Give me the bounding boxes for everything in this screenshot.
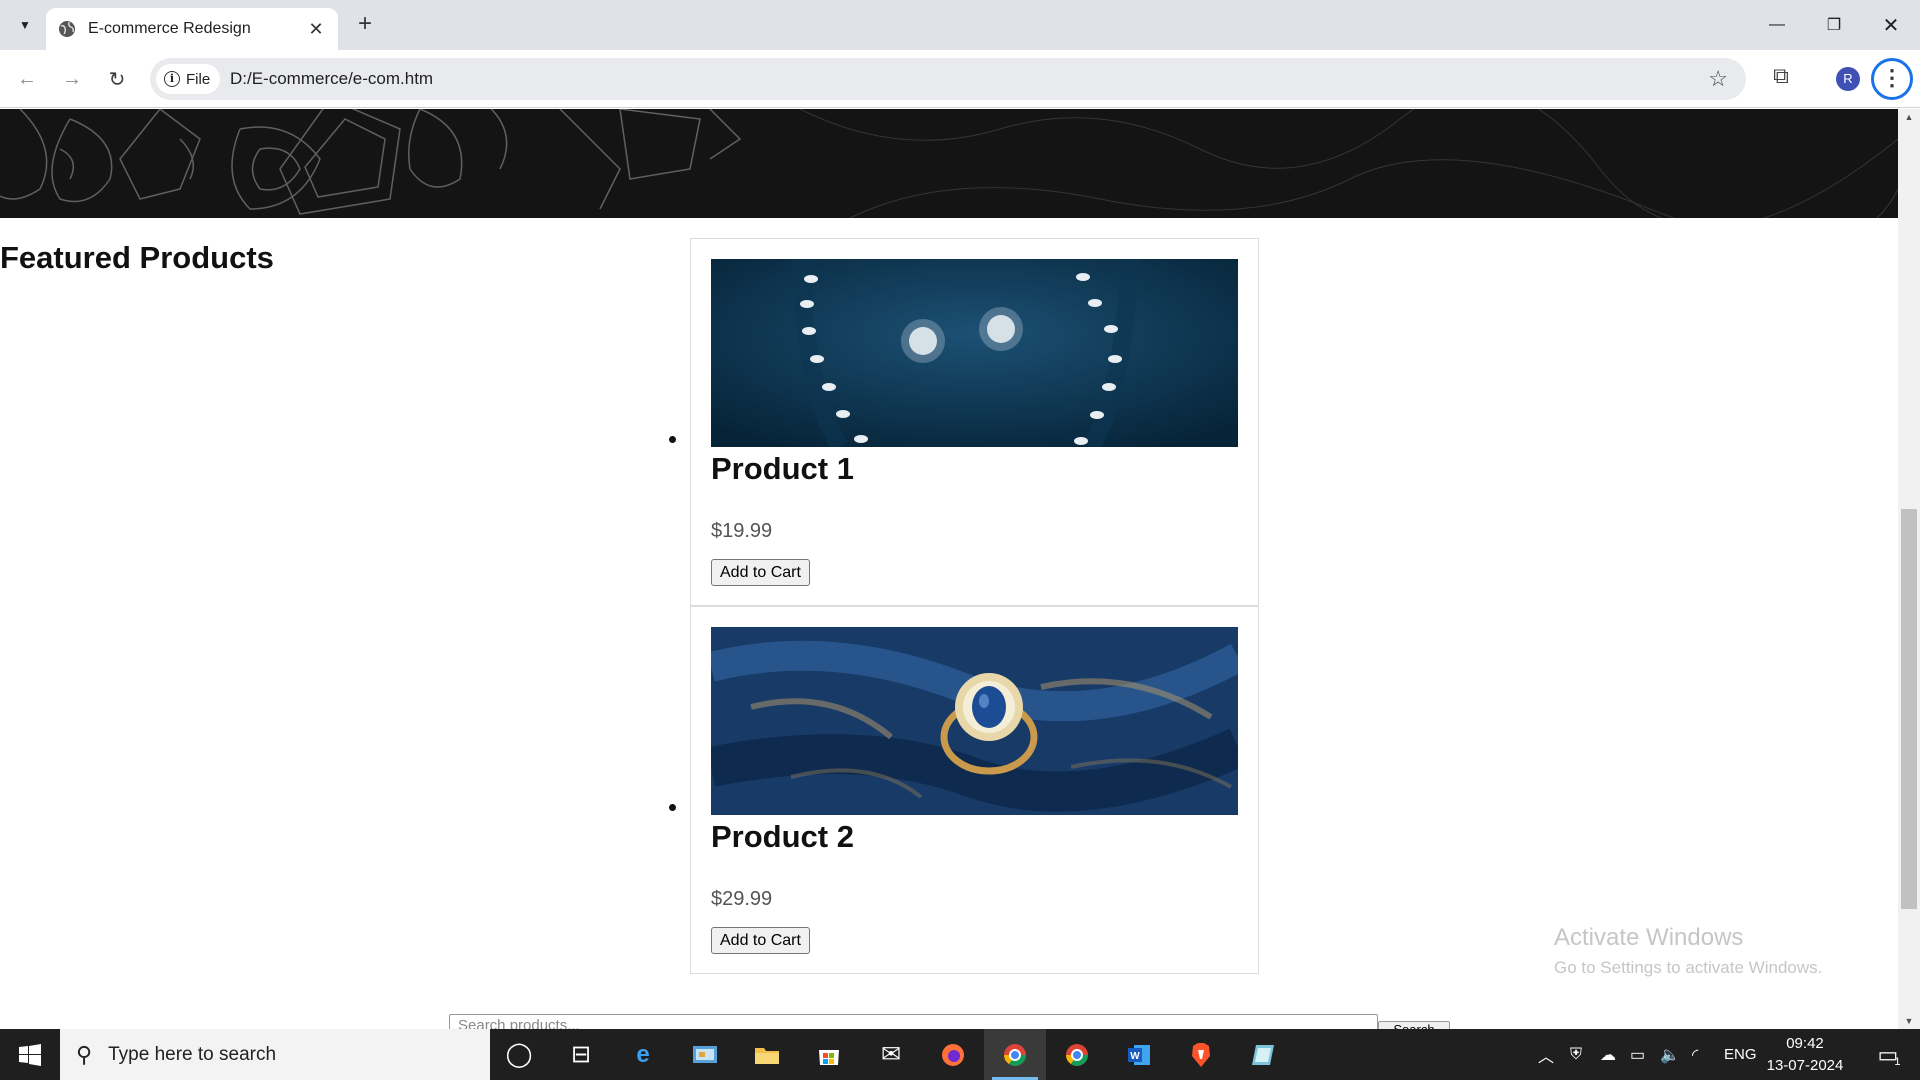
windows-logo-icon bbox=[19, 1043, 41, 1066]
url-text[interactable]: D:/E-commerce/e-com.htm bbox=[230, 69, 433, 89]
browser-toolbar: ← → ↻ i File D:/E-commerce/e-com.htm ☆ ⧉… bbox=[0, 50, 1920, 108]
scroll-down-arrow-icon[interactable]: ▼ bbox=[1898, 1013, 1920, 1029]
page-viewport: Featured Products Product 1 $19.99 Add t… bbox=[0, 109, 1898, 1029]
security-shield-icon[interactable]: ⛨ bbox=[1570, 1029, 1582, 1080]
minimize-button[interactable]: ― bbox=[1748, 0, 1806, 50]
reload-button[interactable]: ↻ bbox=[102, 64, 132, 94]
list-bullet bbox=[669, 804, 676, 811]
product-image[interactable] bbox=[711, 627, 1238, 815]
word-icon[interactable]: W bbox=[1108, 1029, 1170, 1080]
battery-icon[interactable]: ▭ bbox=[1630, 1029, 1645, 1080]
watermark-subtitle: Go to Settings to activate Windows. bbox=[1554, 958, 1823, 977]
store-icon[interactable] bbox=[798, 1029, 860, 1080]
clock-date: 13-07-2024 bbox=[1766, 1057, 1844, 1074]
control-panel-icon[interactable] bbox=[674, 1029, 736, 1080]
globe-icon bbox=[59, 21, 75, 37]
language-indicator[interactable]: ENG bbox=[1724, 1029, 1757, 1080]
notification-center-icon[interactable]: ▭ 1 bbox=[1864, 1029, 1914, 1080]
profile-avatar[interactable]: R bbox=[1836, 67, 1860, 91]
product-card: Product 1 $19.99 Add to Cart bbox=[669, 238, 1259, 606]
product-name[interactable]: Product 2 bbox=[711, 819, 854, 855]
search-icon: ⚲ bbox=[76, 1041, 93, 1067]
site-info-chip[interactable]: i File bbox=[156, 64, 221, 94]
search-button[interactable]: Search bbox=[1378, 1021, 1450, 1029]
scroll-thumb[interactable] bbox=[1901, 509, 1917, 909]
product-search-input[interactable]: Search products... bbox=[449, 1014, 1378, 1029]
restore-button[interactable]: ❐ bbox=[1805, 0, 1863, 50]
chrome-icon[interactable] bbox=[1046, 1029, 1108, 1080]
notification-count: 1 bbox=[1894, 1055, 1901, 1068]
add-to-cart-button[interactable]: Add to Cart bbox=[711, 559, 810, 586]
taskbar-search-box[interactable]: ⚲ Type here to search bbox=[60, 1029, 490, 1080]
product-image[interactable] bbox=[711, 259, 1238, 447]
windows-taskbar: ⚲ Type here to search ◯ ⊟ e ✉ W ︿ ⛨ ☁ ▭ … bbox=[0, 1029, 1920, 1080]
info-icon: i bbox=[164, 71, 180, 87]
new-tab-button[interactable]: + bbox=[350, 10, 380, 40]
watermark-title: Activate Windows bbox=[1554, 924, 1744, 951]
start-button[interactable] bbox=[0, 1029, 60, 1080]
taskbar-clock[interactable]: 09:42 13-07-2024 bbox=[1765, 1033, 1845, 1077]
tab-search-button[interactable]: ▼ bbox=[12, 12, 38, 38]
wifi-icon[interactable]: ◜ bbox=[1692, 1029, 1698, 1080]
product-price: $29.99 bbox=[711, 888, 773, 910]
section-title: Featured Products bbox=[0, 240, 274, 275]
volume-icon[interactable]: 🔈 bbox=[1660, 1029, 1680, 1080]
site-chip-label: File bbox=[186, 70, 211, 88]
onedrive-cloud-icon[interactable]: ☁ bbox=[1600, 1029, 1616, 1080]
svg-text:W: W bbox=[1130, 1051, 1140, 1062]
product-card: Product 2 $29.99 Add to Cart bbox=[669, 606, 1259, 974]
gem-sketch-pattern bbox=[0, 109, 1898, 218]
tab-title: E-commerce Redesign bbox=[88, 20, 251, 37]
notepad-icon[interactable] bbox=[1232, 1029, 1294, 1080]
product-price: $19.99 bbox=[711, 520, 773, 542]
page-scrollbar[interactable]: ▲ ▼ bbox=[1898, 109, 1920, 1029]
taskbar-search-placeholder: Type here to search bbox=[108, 1043, 277, 1065]
browser-menu-kebab-icon[interactable]: ⋮ bbox=[1871, 58, 1913, 100]
edge-icon[interactable]: e bbox=[612, 1029, 674, 1080]
sapphire-ring-image bbox=[711, 627, 1238, 815]
mail-icon[interactable]: ✉ bbox=[860, 1029, 922, 1080]
address-bar[interactable]: i File D:/E-commerce/e-com.htm ☆ bbox=[150, 58, 1746, 100]
necklace-image bbox=[711, 259, 1238, 447]
task-view-icon[interactable]: ⊟ bbox=[550, 1029, 612, 1080]
close-window-button[interactable]: ✕ bbox=[1862, 0, 1920, 50]
cortana-icon[interactable]: ◯ bbox=[488, 1029, 550, 1080]
list-bullet bbox=[669, 436, 676, 443]
tab-strip: ▼ E-commerce Redesign ✕ + ― ❐ ✕ bbox=[0, 0, 1920, 50]
file-explorer-icon[interactable] bbox=[736, 1029, 798, 1080]
chrome-profile-icon[interactable] bbox=[984, 1029, 1046, 1080]
extensions-puzzle-icon[interactable]: ⧉ bbox=[1766, 63, 1796, 93]
tab-close-icon[interactable]: ✕ bbox=[306, 19, 326, 39]
add-to-cart-button[interactable]: Add to Cart bbox=[711, 927, 810, 954]
brave-icon[interactable] bbox=[1170, 1029, 1232, 1080]
scroll-up-arrow-icon[interactable]: ▲ bbox=[1898, 109, 1920, 125]
firefox-icon[interactable] bbox=[922, 1029, 984, 1080]
activate-windows-watermark: Activate Windows Go to Settings to activ… bbox=[1554, 924, 1822, 978]
bookmark-star-icon[interactable]: ☆ bbox=[1708, 66, 1728, 92]
product-name[interactable]: Product 1 bbox=[711, 451, 854, 487]
show-hidden-icons-chevron-icon[interactable]: ︿ bbox=[1538, 1029, 1554, 1080]
active-tab[interactable]: E-commerce Redesign ✕ bbox=[46, 8, 338, 50]
forward-button[interactable]: → bbox=[57, 64, 87, 94]
back-button[interactable]: ← bbox=[12, 64, 42, 94]
hero-banner-image bbox=[0, 109, 1898, 218]
clock-time: 09:42 bbox=[1786, 1035, 1824, 1052]
